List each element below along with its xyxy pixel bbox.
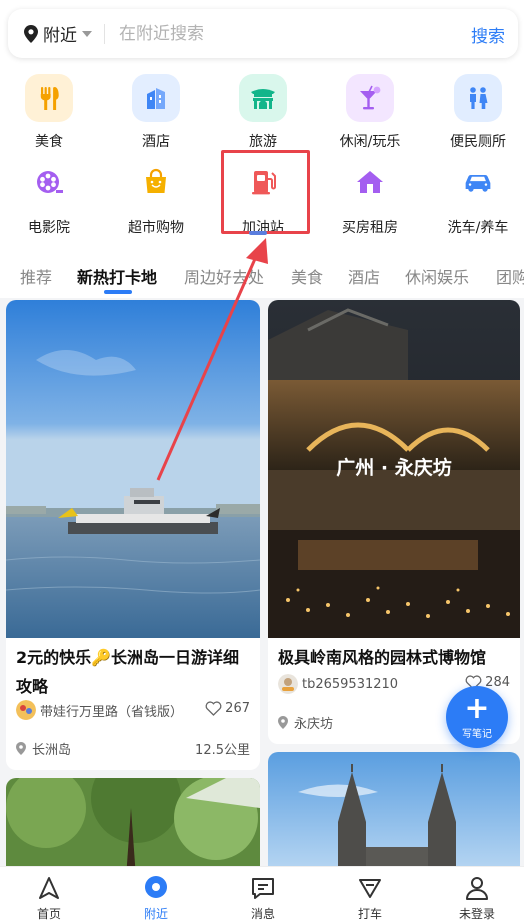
active-tab-indicator	[104, 290, 132, 294]
bottom-nav: 首页 附近 消息 打车 未登录	[0, 866, 524, 924]
category-label: 旅游	[249, 134, 277, 150]
card-image	[6, 778, 260, 878]
like-count: 267	[225, 701, 250, 716]
tab-recommend[interactable]: 推荐	[20, 264, 52, 288]
category-cinema[interactable]: 电影院	[0, 158, 101, 238]
tab-hotel[interactable]: 酒店	[348, 264, 380, 288]
category-label: 美食	[35, 134, 63, 150]
card-image: 广州 · 永庆坊	[268, 300, 520, 638]
feed-card[interactable]	[268, 752, 520, 878]
author-name: tb2659531210	[302, 676, 399, 692]
nav-nearby[interactable]: 附近	[121, 875, 191, 922]
heart-icon	[205, 701, 222, 716]
category-label: 买房租房	[342, 220, 398, 236]
plus-icon: +	[464, 690, 490, 726]
nav-home[interactable]: 首页	[14, 875, 84, 922]
house-icon	[346, 158, 394, 206]
message-icon	[252, 878, 274, 899]
write-note-button[interactable]: + 写笔记	[446, 686, 508, 748]
location-pin-icon	[145, 876, 167, 898]
card-image	[268, 752, 520, 878]
avatar	[278, 674, 298, 694]
author-name: 带娃行万里路（省钱版）	[40, 704, 184, 720]
location-label: 附近	[43, 26, 77, 46]
feed-card[interactable]: 2元的快乐🔑长洲岛一日游详细攻略 带娃行万里路（省钱版） 267 长洲岛 12.…	[6, 300, 260, 770]
tab-entertainment[interactable]: 休闲娱乐	[405, 264, 469, 288]
category-travel[interactable]: 旅游	[211, 74, 315, 154]
category-label: 电影院	[28, 220, 70, 236]
nav-label: 未登录	[458, 907, 495, 921]
category-label: 洗车/养车	[447, 220, 509, 236]
location-pin-icon	[278, 716, 288, 729]
category-label: 休闲/玩乐	[339, 134, 401, 150]
nav-label: 打车	[357, 907, 382, 921]
taxi-icon	[359, 879, 381, 898]
temple-gate-icon	[239, 74, 287, 122]
search-input[interactable]	[119, 23, 449, 44]
tab-hot-checkin[interactable]: 新热打卡地	[77, 264, 157, 288]
feed-card[interactable]	[6, 778, 260, 878]
film-reel-icon	[25, 158, 73, 206]
nav-messages[interactable]: 消息	[228, 875, 298, 922]
avatar	[16, 700, 36, 720]
like-button[interactable]: 267	[205, 701, 250, 716]
restroom-icon	[454, 74, 502, 122]
search-bar: 附近 搜索	[8, 9, 518, 58]
user-icon	[466, 877, 488, 900]
feed-card[interactable]: 广州 · 永庆坊 极具岭南风格的园林式博物馆 tb2659531210 284 …	[268, 300, 520, 744]
nav-label: 消息	[250, 907, 275, 921]
page-indicator	[249, 231, 267, 235]
hotel-building-icon	[132, 74, 180, 122]
distance: 12.5公里	[195, 743, 250, 758]
card-image	[6, 300, 260, 638]
fork-knife-icon	[25, 74, 73, 122]
category-food[interactable]: 美食	[0, 74, 101, 154]
location-pin-icon	[16, 742, 26, 755]
category-hotel[interactable]: 酒店	[104, 74, 208, 154]
category-real-estate[interactable]: 买房租房	[318, 158, 422, 238]
tab-food[interactable]: 美食	[291, 264, 323, 288]
image-caption: 广州 · 永庆坊	[336, 456, 451, 479]
place-name: 长洲岛	[32, 743, 72, 758]
navigation-arrow-icon	[39, 877, 59, 899]
card-location: 永庆坊	[278, 713, 333, 732]
nav-label: 首页	[36, 907, 61, 921]
card-author: 带娃行万里路（省钱版）	[16, 700, 183, 720]
category-label: 酒店	[142, 134, 170, 150]
nav-label: 附近	[143, 907, 168, 921]
location-pin-icon	[24, 24, 38, 43]
category-car-wash[interactable]: 洗车/养车	[426, 158, 524, 238]
search-button[interactable]: 搜索	[471, 22, 505, 47]
category-label: 超市购物	[128, 220, 184, 236]
card-title: 极具岭南风格的园林式博物馆	[278, 648, 487, 667]
category-label: 便民厕所	[450, 134, 506, 150]
category-supermarket[interactable]: 超市购物	[104, 158, 208, 238]
category-restroom[interactable]: 便民厕所	[426, 74, 524, 154]
card-author: tb2659531210	[278, 674, 398, 694]
nav-taxi[interactable]: 打车	[335, 875, 405, 922]
top-panel: 附近 搜索 美食 酒店	[0, 0, 524, 298]
nav-profile[interactable]: 未登录	[442, 875, 512, 922]
category-leisure[interactable]: 休闲/玩乐	[318, 74, 422, 154]
card-location: 长洲岛	[16, 739, 71, 758]
location-selector[interactable]: 附近	[8, 9, 92, 58]
car-icon	[454, 158, 502, 206]
place-name: 永庆坊	[294, 717, 334, 732]
shopping-bag-icon	[132, 158, 180, 206]
card-title: 2元的快乐🔑长洲岛一日游详细攻略	[16, 648, 240, 696]
tab-bar: 推荐 新热打卡地 周边好去处 美食 酒店 休闲娱乐 团购	[0, 258, 524, 294]
chevron-down-icon	[82, 30, 92, 37]
tab-nearby-places[interactable]: 周边好去处	[184, 264, 264, 288]
search-divider	[104, 23, 105, 44]
fab-label: 写笔记	[462, 728, 492, 740]
cocktail-icon	[346, 74, 394, 122]
gas-station-highlight-box	[221, 150, 310, 234]
tab-group-buy[interactable]: 团购	[496, 264, 524, 288]
